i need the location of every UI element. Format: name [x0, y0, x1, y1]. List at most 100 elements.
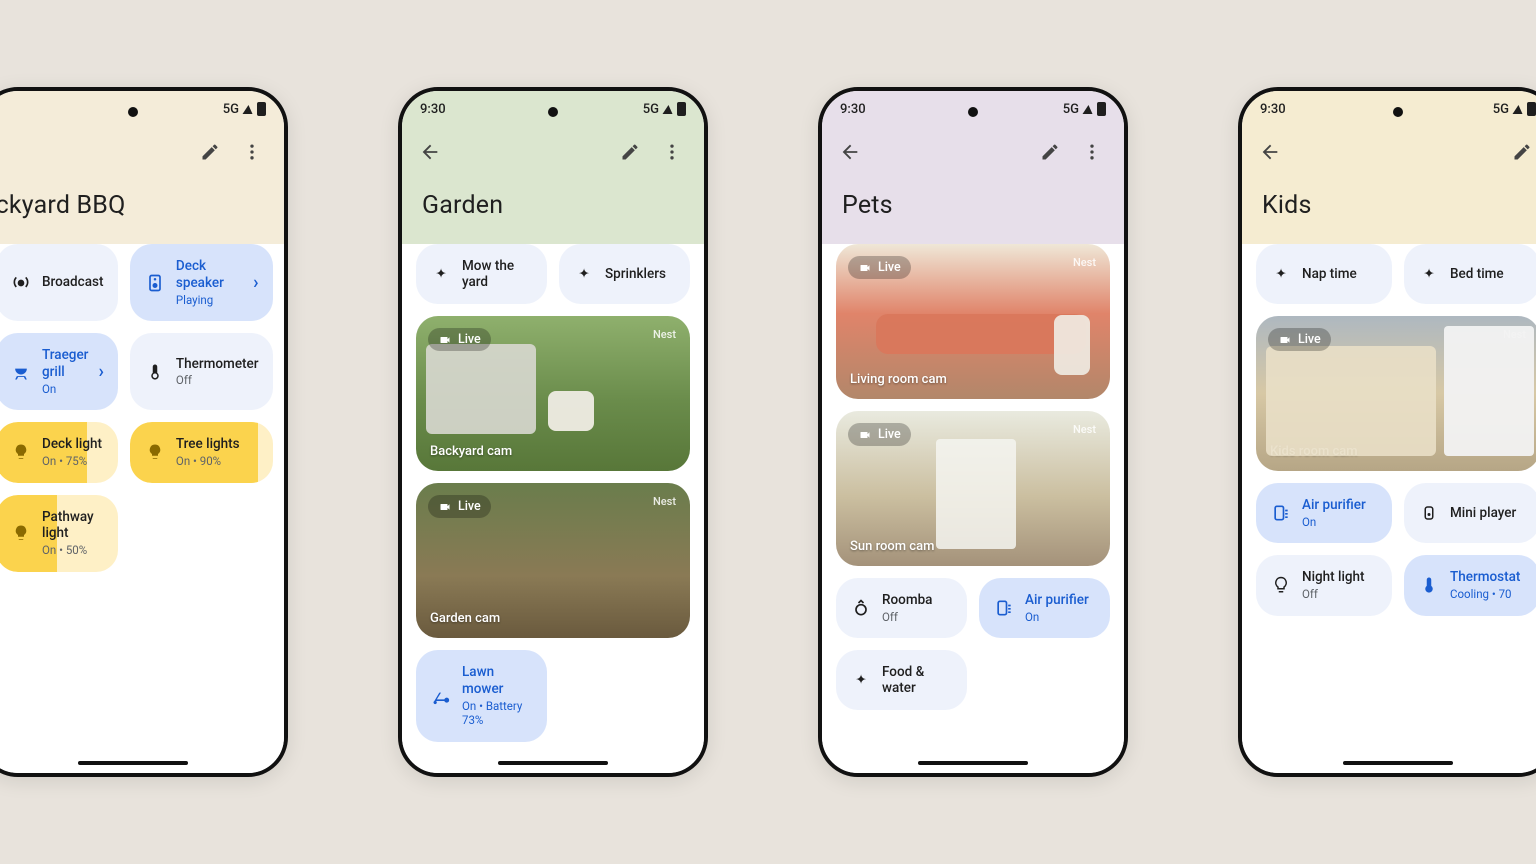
broadcast-tile[interactable]: Broadcast	[0, 244, 118, 321]
pathway-light-tile[interactable]: Pathway light On • 50%	[0, 495, 118, 572]
live-text: Live	[458, 332, 481, 347]
battery-icon	[1097, 102, 1106, 116]
roomba-tile[interactable]: Roomba Off	[836, 578, 967, 638]
home-indicator[interactable]	[78, 761, 188, 765]
nap-time-label: Nap time	[1302, 266, 1357, 282]
more-vert-icon	[1082, 142, 1102, 162]
thermometer-tile[interactable]: Thermometer Off	[130, 333, 273, 410]
broadcast-icon	[10, 272, 32, 294]
thermostat-label: Thermostat	[1450, 569, 1520, 586]
camera-notch	[128, 107, 138, 117]
sparkle-icon: ✦	[1270, 263, 1292, 285]
edit-button[interactable]	[612, 134, 648, 170]
night-light-label: Night light	[1302, 569, 1365, 586]
edit-button[interactable]	[1032, 134, 1068, 170]
page-title: Backyard BBQ	[0, 191, 276, 220]
living-room-cam-card[interactable]: Live Nest Living room cam	[836, 244, 1110, 399]
battery-icon	[257, 102, 266, 116]
thermometer-sub: Off	[176, 373, 259, 387]
camera-notch	[548, 107, 558, 117]
chevron-right-icon: ›	[253, 272, 258, 293]
live-badge: Live	[848, 423, 911, 446]
edit-button[interactable]	[192, 134, 228, 170]
camera-icon	[858, 429, 872, 441]
phone-pets: 9:30 5G	[818, 87, 1128, 777]
air-purifier-label: Air purifier	[1025, 592, 1089, 609]
sparkle-icon: ✦	[850, 669, 872, 691]
mini-player-label: Mini player	[1450, 505, 1516, 521]
home-indicator[interactable]	[498, 761, 608, 765]
page-title: Garden	[422, 191, 696, 220]
traeger-grill-tile[interactable]: Traeger grill On ›	[0, 333, 118, 410]
pencil-icon	[620, 142, 640, 162]
sprinklers-action[interactable]: ✦ Sprinklers	[559, 244, 690, 304]
kids-room-cam-card[interactable]: Live Nest Kids room cam	[1256, 316, 1536, 471]
bed-time-action[interactable]: ✦ Bed time	[1404, 244, 1536, 304]
live-text: Live	[1298, 332, 1321, 347]
phone-kids: 9:30 5G Kids	[1238, 87, 1536, 777]
back-button[interactable]	[1252, 134, 1288, 170]
status-time: 9:30	[420, 102, 446, 117]
pathway-light-label: Pathway light	[42, 509, 104, 543]
more-vert-icon	[242, 142, 262, 162]
grill-icon	[10, 361, 32, 383]
more-button[interactable]	[654, 134, 690, 170]
phone-garden: 9:30 5G	[398, 87, 708, 777]
more-button[interactable]	[234, 134, 270, 170]
edit-button[interactable]	[1504, 134, 1536, 170]
status-network: 5G	[1063, 102, 1079, 117]
bed-time-label: Bed time	[1450, 266, 1504, 282]
deck-speaker-tile[interactable]: Deck speaker Playing ›	[130, 244, 273, 321]
signal-icon	[243, 105, 254, 114]
tree-lights-tile[interactable]: Tree lights On • 90%	[130, 422, 273, 482]
arrow-left-icon	[839, 141, 861, 163]
air-purifier-tile[interactable]: Air purifier On	[979, 578, 1110, 638]
status-time: 9:30	[1260, 102, 1286, 117]
air-purifier-tile[interactable]: Air purifier On	[1256, 483, 1392, 543]
back-button[interactable]	[832, 134, 868, 170]
camera-icon	[438, 334, 452, 346]
live-badge: Live	[1268, 328, 1331, 351]
status-bar: 5G	[0, 91, 284, 127]
nap-time-action[interactable]: ✦ Nap time	[1256, 244, 1392, 304]
camera-icon	[858, 262, 872, 274]
arrow-left-icon	[1259, 141, 1281, 163]
deck-light-label: Deck light	[42, 436, 102, 453]
mini-player-tile[interactable]: Mini player	[1404, 483, 1536, 543]
header-area: 9:30 5G Kids	[1242, 91, 1536, 244]
roomba-label: Roomba	[882, 592, 932, 609]
sparkle-icon: ✦	[573, 263, 595, 285]
deck-light-sub: On • 75%	[42, 454, 102, 468]
traeger-sub: On	[42, 382, 88, 396]
home-indicator[interactable]	[918, 761, 1028, 765]
more-button[interactable]	[1074, 134, 1110, 170]
thermometer-label: Thermometer	[176, 356, 259, 373]
home-indicator[interactable]	[1343, 761, 1453, 765]
air-label: Air purifier	[1302, 497, 1366, 514]
night-light-tile[interactable]: Night light Off	[1256, 555, 1392, 615]
live-badge: Live	[428, 495, 491, 518]
thermometer-icon	[144, 361, 166, 383]
chevron-right-icon: ›	[98, 361, 103, 382]
page-title: Kids	[1262, 191, 1536, 220]
signal-icon	[1513, 105, 1524, 114]
sun-room-cam-card[interactable]: Live Nest Sun room cam	[836, 411, 1110, 566]
tree-lights-sub: On • 90%	[176, 454, 240, 468]
cam-name: Sun room cam	[850, 539, 934, 554]
cam-name: Garden cam	[430, 611, 500, 626]
deck-light-tile[interactable]: Deck light On • 75%	[0, 422, 118, 482]
roomba-sub: Off	[882, 610, 932, 624]
status-network: 5G	[643, 102, 659, 117]
cam-name: Backyard cam	[430, 444, 512, 459]
live-text: Live	[878, 260, 901, 275]
lawn-mower-tile[interactable]: Lawn mower On • Battery 73%	[416, 650, 547, 742]
back-button[interactable]	[412, 134, 448, 170]
garden-cam-card[interactable]: Live Nest Garden cam	[416, 483, 690, 638]
food-water-action[interactable]: ✦ Food & water	[836, 650, 967, 710]
sparkle-icon: ✦	[1418, 263, 1440, 285]
tree-lights-label: Tree lights	[176, 436, 240, 453]
mow-yard-action[interactable]: ✦ Mow the yard	[416, 244, 547, 304]
thermostat-tile[interactable]: Thermostat Cooling • 70	[1404, 555, 1536, 615]
backyard-cam-card[interactable]: Live Nest Backyard cam	[416, 316, 690, 471]
air-sub: On	[1302, 515, 1366, 529]
